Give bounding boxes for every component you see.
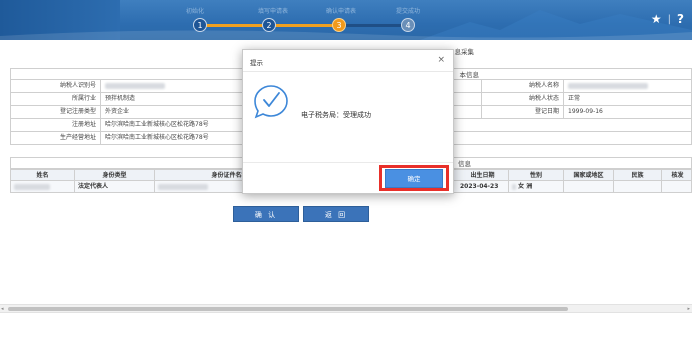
- cell-country: [564, 181, 614, 192]
- back-button[interactable]: 返 回: [303, 206, 369, 222]
- gender-value: 女: [518, 183, 525, 190]
- scrollbar-thumb[interactable]: [8, 307, 568, 311]
- step-2-circle: 2: [262, 18, 276, 32]
- col-header-identity-type: 身份类型: [75, 170, 155, 181]
- cell-birth-date: 2023-04-23: [457, 181, 509, 192]
- page-root: 初始化 填写申请表 确认申请表 提交成功 1 2 3 4 ★ | ? …息采集 …: [0, 0, 692, 347]
- col-header-birth-date: 出生日期: [457, 170, 509, 181]
- field-label: 登记注册类型: [11, 106, 101, 118]
- cell-identity-type: 法定代表人: [75, 181, 155, 192]
- check-bubble-icon: [254, 85, 288, 119]
- registration-date-value: 1999-09-16: [568, 108, 603, 115]
- field-label: 纳税人识别号: [11, 80, 101, 92]
- step-label-1: 初始化: [186, 8, 205, 15]
- step-connector-2: [274, 24, 334, 27]
- industry-value: 预拌机制造: [105, 95, 136, 102]
- star-icon[interactable]: ★: [651, 12, 662, 26]
- close-icon[interactable]: ×: [437, 55, 445, 65]
- field-label: 所属行业: [11, 93, 101, 105]
- taxpayer-status-value: 正常: [568, 95, 581, 102]
- cell-name: [11, 181, 75, 192]
- dialog-header: 提示 ×: [243, 50, 453, 72]
- col-header-country: 国家或地区: [564, 170, 614, 181]
- field-label: 生产经营地址: [11, 132, 101, 144]
- field-label: 注册地址: [11, 119, 101, 131]
- header-separator: |: [667, 13, 672, 25]
- field-label: 纳税人名称: [481, 80, 564, 92]
- step-1-circle: 1: [193, 18, 207, 32]
- step-4-circle: 4: [401, 18, 415, 32]
- registration-type-value: 外资企业: [105, 108, 130, 115]
- business-address-value: 哈尔滨哈南工业新城核心区松花路78号: [105, 134, 209, 141]
- col-header-name: 姓名: [11, 170, 75, 181]
- step-connector-3: [344, 24, 404, 27]
- dialog-title: 提示: [250, 59, 263, 67]
- scroll-left-icon[interactable]: ◂: [1, 306, 4, 312]
- field-label: 纳税人状态: [481, 93, 564, 105]
- taxpayer-name-value: [564, 80, 648, 92]
- cell-ethnicity: [614, 181, 662, 192]
- help-icon[interactable]: ?: [677, 12, 684, 26]
- cell-issuer: [662, 181, 692, 192]
- step-label-2: 填写申请表: [258, 8, 289, 15]
- step-connector-1: [204, 24, 266, 27]
- scroll-right-icon[interactable]: ▸: [687, 306, 690, 312]
- dialog-message: 电子税务局：受理成功: [301, 111, 371, 119]
- field-label: 登记日期: [481, 106, 564, 118]
- registered-address-value: 哈尔滨哈南工业新城核心区松花路78号: [105, 121, 209, 128]
- notice-dialog: 提示 × 电子税务局：受理成功 确定: [242, 49, 454, 194]
- ok-button-highlight: [379, 165, 449, 191]
- step-label-3: 确认申请表: [326, 8, 357, 15]
- col-header-issuer: 核发: [671, 172, 684, 179]
- dialog-footer-divider: [243, 162, 453, 163]
- step-3-circle: 3: [332, 18, 346, 32]
- cell-gender: 女 洲: [509, 181, 564, 192]
- col-header-gender: 性别: [509, 170, 564, 181]
- top-banner: 初始化 填写申请表 确认申请表 提交成功 1 2 3 4 ★ | ?: [0, 0, 692, 40]
- header-icons: ★ | ?: [651, 12, 684, 26]
- gender-suffix: 洲: [526, 183, 533, 190]
- step-label-4: 提交成功: [396, 8, 421, 15]
- col-header-ethnicity: 民族: [614, 170, 662, 181]
- taxpayer-id-value: [101, 80, 165, 92]
- confirm-button[interactable]: 确 认: [233, 206, 299, 222]
- horizontal-scrollbar[interactable]: ◂ ▸: [0, 304, 692, 313]
